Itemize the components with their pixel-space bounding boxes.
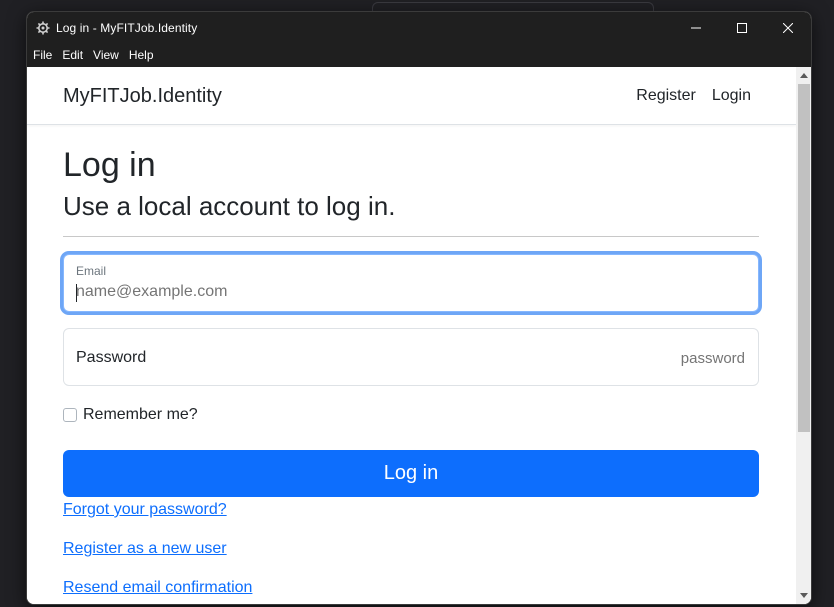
nav-login-link[interactable]: Login — [712, 87, 751, 105]
app-gear-icon — [36, 21, 50, 35]
web-viewport: MyFITJob.Identity Register Login Log in … — [27, 67, 811, 604]
email-label: Email — [76, 264, 107, 278]
remember-me-checkbox[interactable] — [63, 408, 77, 422]
maximize-button[interactable] — [719, 12, 765, 43]
maximize-icon — [737, 22, 747, 33]
nav-links: Register Login — [620, 87, 751, 105]
minimize-button[interactable] — [673, 12, 719, 43]
scroll-up-icon — [799, 73, 808, 78]
password-input[interactable] — [445, 350, 745, 367]
remember-me-label[interactable]: Remember me? — [83, 406, 198, 424]
scroll-down-icon — [799, 593, 808, 598]
password-label: Password — [76, 349, 147, 366]
nav-register-link[interactable]: Register — [636, 87, 696, 105]
top-navbar: MyFITJob.Identity Register Login — [27, 67, 796, 125]
vertical-scrollbar[interactable] — [796, 67, 811, 604]
email-input[interactable] — [76, 283, 736, 301]
app-window: Log in - MyFITJob.Identity File Edit Vie… — [26, 11, 812, 605]
menu-view[interactable]: View — [93, 48, 125, 62]
login-content: Log in Use a local account to log in. Em… — [63, 125, 759, 597]
divider — [63, 236, 759, 237]
scroll-down-arrow[interactable] — [796, 587, 811, 604]
password-field[interactable]: Password — [63, 328, 759, 386]
resend-confirmation-link[interactable]: Resend email confirmation — [63, 579, 759, 597]
menu-help[interactable]: Help — [129, 48, 160, 62]
scroll-thumb[interactable] — [798, 84, 810, 432]
menu-bar: File Edit View Help — [27, 43, 811, 67]
page-subtitle: Use a local account to log in. — [63, 191, 396, 221]
page: MyFITJob.Identity Register Login Log in … — [27, 67, 796, 604]
title-bar[interactable]: Log in - MyFITJob.Identity — [27, 12, 811, 43]
menu-edit[interactable]: Edit — [62, 48, 89, 62]
login-button[interactable]: Log in — [63, 450, 759, 497]
register-new-user-link[interactable]: Register as a new user — [63, 540, 759, 558]
close-button[interactable] — [765, 12, 811, 43]
navbar-brand[interactable]: MyFITJob.Identity — [63, 85, 222, 108]
forgot-password-link[interactable]: Forgot your password? — [63, 501, 759, 519]
menu-file[interactable]: File — [33, 48, 58, 62]
remember-me-row: Remember me? — [63, 406, 759, 424]
email-field[interactable]: Email — [63, 254, 759, 312]
scroll-up-arrow[interactable] — [796, 67, 811, 84]
text-caret — [76, 284, 77, 302]
window-controls — [673, 12, 811, 43]
page-title: Log in — [63, 146, 156, 184]
window-title: Log in - MyFITJob.Identity — [56, 20, 198, 35]
close-icon — [783, 22, 793, 33]
minimize-icon — [691, 27, 701, 28]
